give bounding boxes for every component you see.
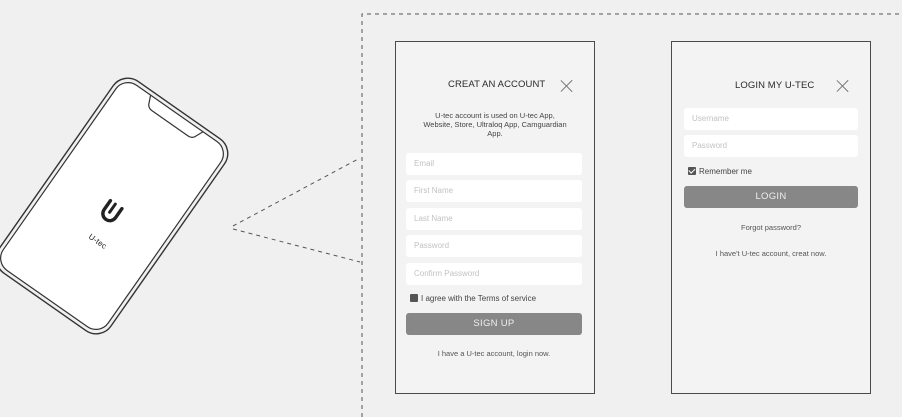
login-title: LOGIN MY U-TEC [735,80,815,91]
confirm-password-field[interactable]: Confirm Password [406,263,582,285]
checkbox-checked-icon[interactable] [688,167,696,175]
signup-title: CREAT AN ACCOUNT [448,79,546,90]
create-account-link[interactable]: I have't U-tec account, creat now. [684,249,858,258]
checkbox-icon[interactable] [410,294,418,302]
signup-description: U-tec account is used on U-tec App, Webs… [423,111,567,138]
close-icon[interactable] [837,80,849,92]
signup-panel: CREAT AN ACCOUNT U-tec account is used o… [395,41,595,394]
terms-label: I agree with the Terms of service [421,294,537,303]
remember-me-checkbox[interactable]: Remember me [688,167,752,176]
phone-illustration [0,77,229,335]
forgot-password-link[interactable]: Forgot password? [684,223,858,232]
signup-button[interactable]: SIGN UP [406,313,582,335]
first-name-field[interactable]: First Name [406,180,582,202]
terms-checkbox[interactable]: I agree with the Terms of service [410,294,536,303]
remember-me-label: Remember me [699,167,752,176]
login-button[interactable]: LOGIN [684,186,858,208]
username-field[interactable]: Username [684,108,858,130]
close-icon[interactable] [561,80,573,92]
login-now-link[interactable]: I have a U-tec account, login now. [406,349,582,358]
last-name-field[interactable]: Last Name [406,208,582,230]
password-field[interactable]: Password [684,135,858,157]
login-panel: LOGIN MY U-TEC Username Password Remembe… [671,41,871,394]
password-field[interactable]: Password [406,235,582,257]
email-field[interactable]: Email [406,153,582,175]
